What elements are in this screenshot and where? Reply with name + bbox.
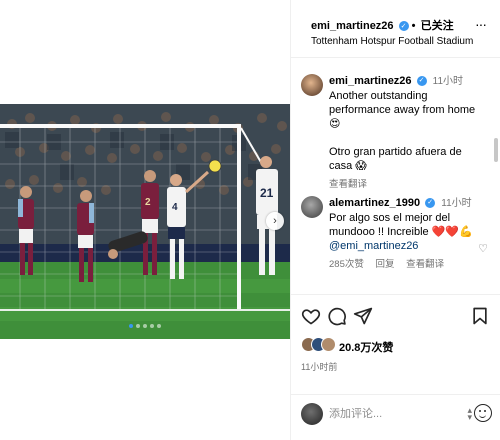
verified-badge-icon: ✓ — [416, 76, 427, 87]
avatar — [301, 403, 323, 425]
post-timestamp[interactable]: 11小时前 — [301, 360, 337, 373]
instagram-post-modal: 2 4 21 › emi_martinez26 ✓ • 已关注 Tottenha… — [0, 0, 500, 440]
comment-icon[interactable] — [327, 306, 347, 326]
comment-input[interactable] — [329, 404, 449, 424]
expand-toggle-icon[interactable]: ▴ ▾ — [467, 406, 472, 422]
comment-time: 11小时 — [432, 76, 464, 87]
avatar — [321, 337, 336, 352]
svg-text:2: 2 — [145, 197, 151, 208]
caption-comment: emi_martinez26 ✓ 11小时 Another outstandin… — [301, 74, 486, 190]
goalmouth-scene-image: 2 4 21 — [0, 104, 290, 339]
comment-like-heart-icon[interactable]: ♡ — [478, 242, 488, 255]
post-side-panel: emi_martinez26 ✓ • 已关注 Tottenham Hotspur… — [290, 0, 500, 440]
comments-scrollbar[interactable] — [494, 138, 498, 162]
follow-status-button[interactable]: 已关注 — [421, 20, 454, 32]
carousel-dot-2[interactable] — [136, 324, 140, 328]
comment-item: alemartinez_1990 ✓ 11小时 Por algo sos el … — [301, 196, 488, 292]
avatar[interactable] — [301, 196, 323, 218]
chevron-right-icon: › — [273, 215, 277, 227]
add-comment-bar: ▴▾ — [291, 394, 500, 440]
avatar[interactable] — [301, 74, 323, 96]
svg-text:4: 4 — [172, 202, 178, 213]
comment-text: Another outstanding performance away fro… — [329, 90, 476, 172]
comment-text: Por algo sos el mejor del mundooo !! Inc… — [329, 212, 473, 238]
heart-icon[interactable] — [301, 306, 321, 326]
media-area: 2 4 21 › — [0, 0, 290, 440]
comment-username[interactable]: alemartinez_1990 — [329, 197, 420, 209]
translate-button[interactable]: 查看翻译 — [406, 259, 444, 270]
liker-avatars[interactable] — [301, 337, 337, 353]
carousel-dot-5[interactable] — [157, 324, 161, 328]
header-username[interactable]: emi_martinez26 — [311, 20, 394, 32]
carousel-dot-4[interactable] — [150, 324, 154, 328]
comment-mention-link[interactable]: @emi_martinez26 — [329, 239, 486, 253]
comment-username[interactable]: emi_martinez26 — [329, 75, 412, 87]
location-link[interactable]: Tottenham Hotspur Football Stadium — [311, 36, 473, 47]
verified-badge-icon: ✓ — [398, 21, 409, 32]
reply-button[interactable]: 回复 — [376, 259, 395, 270]
verified-badge-icon: ✓ — [425, 198, 436, 209]
comments-list[interactable]: emi_martinez26 ✓ 11小时 Another outstandin… — [291, 62, 500, 294]
comment-likes-count[interactable]: 285次赞 — [329, 259, 364, 270]
bookmark-icon[interactable] — [470, 306, 490, 326]
svg-text:21: 21 — [260, 186, 274, 200]
dot-separator: • — [411, 20, 416, 32]
post-actions-bar — [291, 294, 500, 334]
share-icon[interactable] — [353, 306, 373, 326]
likes-count[interactable]: 20.8万次赞 — [339, 339, 393, 355]
post-header: emi_martinez26 ✓ • 已关注 Tottenham Hotspur… — [291, 0, 500, 58]
comment-time: 11小时 — [441, 198, 472, 209]
post-photo[interactable]: 2 4 21 › — [0, 104, 290, 339]
carousel-dot-1[interactable] — [129, 324, 133, 328]
likes-summary: 20.8万次赞 — [301, 336, 490, 356]
carousel-dots — [0, 324, 290, 328]
more-options-icon[interactable]: ··· — [475, 16, 487, 32]
translate-button[interactable]: 查看翻译 — [329, 179, 367, 190]
football — [208, 159, 222, 173]
emoji-icon[interactable] — [474, 404, 492, 422]
carousel-dot-3[interactable] — [143, 324, 147, 328]
carousel-next-button[interactable]: › — [266, 212, 284, 230]
